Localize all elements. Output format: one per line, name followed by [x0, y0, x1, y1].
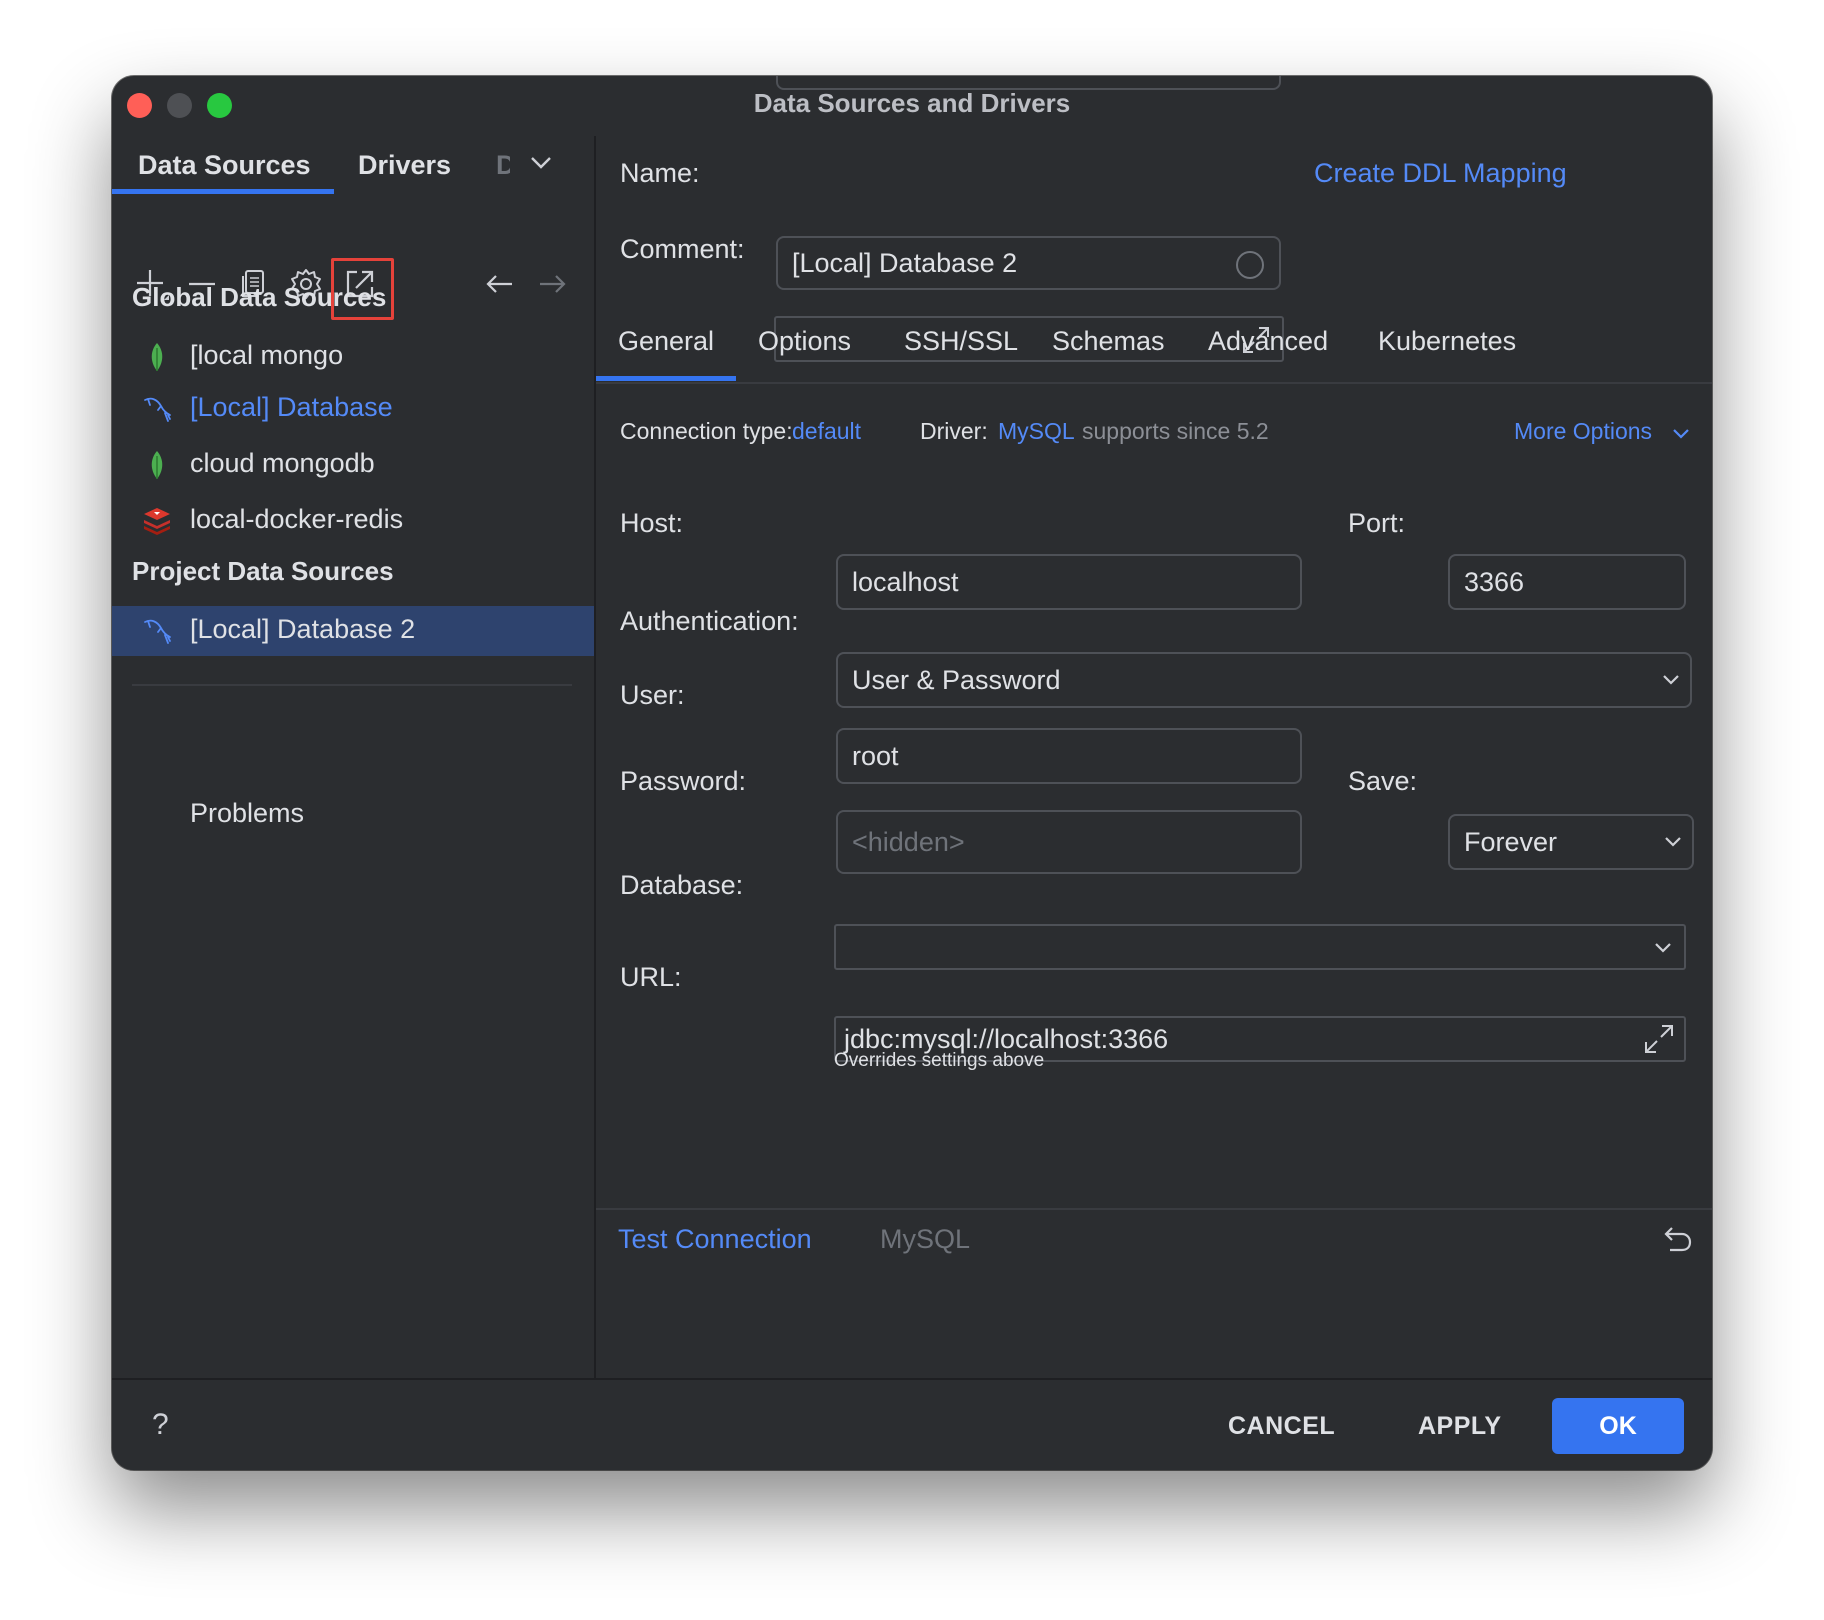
data-source-label: local-docker-redis: [190, 504, 404, 534]
global-data-sources-header: Global Data Sources: [132, 282, 387, 312]
tab-schemas[interactable]: Schemas: [1052, 326, 1165, 357]
ok-button[interactable]: OK: [1552, 1398, 1684, 1454]
user-input[interactable]: root: [836, 728, 1302, 784]
mysql-dolphin-icon: [142, 616, 172, 646]
tabs-dropdown-chevron-icon[interactable]: [530, 156, 552, 170]
tab-overflow[interactable]: D: [496, 150, 510, 181]
database-select[interactable]: [834, 924, 1686, 970]
data-source-label: [Local] Database: [190, 392, 393, 422]
more-options-link[interactable]: More Options: [1514, 418, 1652, 445]
url-hint: Overrides settings above: [834, 1050, 1045, 1071]
tab-ssh-ssl[interactable]: SSH/SSL: [904, 326, 1018, 357]
expand-icon[interactable]: [1642, 1022, 1676, 1056]
tab-general[interactable]: General: [618, 326, 714, 357]
mongodb-leaf-icon: [142, 342, 172, 372]
data-source-item-selected[interactable]: [Local] Database 2: [112, 606, 594, 656]
test-connection-link[interactable]: Test Connection: [618, 1224, 812, 1255]
url-label: URL:: [620, 962, 682, 992]
active-tab-indicator: [112, 189, 334, 194]
left-panel: Data Sources Drivers D Global Data Sourc…: [112, 136, 594, 1378]
connection-type-link[interactable]: default: [792, 418, 861, 445]
help-button[interactable]: ?: [152, 1408, 169, 1442]
data-source-item[interactable]: [Local] Database: [112, 384, 594, 434]
authentication-label: Authentication:: [620, 606, 799, 636]
database-label: Database:: [620, 870, 744, 900]
forward-arrow-icon[interactable]: [534, 266, 570, 302]
authentication-select[interactable]: User & Password: [836, 652, 1692, 708]
port-label: Port:: [1348, 508, 1406, 538]
redis-icon: [142, 506, 172, 536]
color-picker-circle-icon[interactable]: [1235, 250, 1265, 280]
more-options-chevron-icon[interactable]: [1672, 428, 1690, 440]
data-source-item[interactable]: cloud mongodb: [112, 440, 594, 490]
problems-item[interactable]: Problems: [190, 798, 304, 829]
tab-advanced[interactable]: Advanced: [1208, 326, 1328, 357]
apply-button[interactable]: APPLY: [1418, 1412, 1502, 1441]
user-input-value: root: [852, 740, 899, 771]
port-input[interactable]: 3366: [1448, 554, 1686, 610]
name-label: Name:: [620, 158, 700, 188]
tab-data-sources[interactable]: Data Sources: [138, 150, 311, 181]
tab-options[interactable]: Options: [758, 326, 851, 357]
data-sources-dialog: Data Sources and Drivers Data Sources Dr…: [112, 76, 1712, 1470]
authentication-select-value: User & Password: [852, 664, 1061, 695]
name-input-value: [Local] Database 2: [792, 247, 1018, 278]
settings-tabs: General Options SSH/SSL Schemas Advanced…: [596, 316, 1712, 384]
host-input[interactable]: localhost: [836, 554, 1302, 610]
save-label: Save:: [1348, 766, 1418, 796]
data-source-item[interactable]: [local mongo: [112, 332, 594, 382]
name-field-wrapper: [776, 76, 1281, 90]
save-select-value: Forever: [1464, 826, 1558, 857]
create-ddl-mapping-link[interactable]: Create DDL Mapping: [1314, 158, 1567, 189]
tab-kubernetes[interactable]: Kubernetes: [1378, 326, 1516, 357]
chevron-down-icon: [1654, 942, 1672, 954]
data-source-item[interactable]: local-docker-redis: [112, 496, 594, 546]
dialog-footer: ? CANCEL APPLY OK: [112, 1378, 1712, 1470]
host-label: Host:: [620, 508, 684, 538]
port-input-value: 3366: [1464, 566, 1525, 597]
save-select[interactable]: Forever: [1448, 814, 1694, 870]
comment-label: Comment:: [620, 234, 745, 264]
undo-icon[interactable]: [1662, 1224, 1694, 1256]
driver-label: Driver:: [920, 418, 988, 444]
driver-footer-label: MySQL: [880, 1224, 971, 1254]
panel-divider: [132, 684, 572, 686]
mongodb-leaf-icon: [142, 450, 172, 480]
cancel-button[interactable]: CANCEL: [1228, 1412, 1335, 1441]
data-source-label: [local mongo: [190, 340, 344, 370]
back-arrow-icon[interactable]: [482, 266, 518, 302]
connection-type-label: Connection type:: [620, 418, 793, 444]
name-input[interactable]: [Local] Database 2: [776, 236, 1281, 290]
data-source-label: cloud mongodb: [190, 448, 375, 478]
password-label: Password:: [620, 766, 747, 796]
chevron-down-icon: [1664, 836, 1682, 848]
right-panel: Name: [Local] Database 2 Create DDL Mapp…: [594, 76, 1712, 1378]
active-tab-indicator: [596, 376, 736, 381]
user-label: User:: [620, 680, 685, 710]
left-panel-tabs: Data Sources Drivers D: [112, 136, 594, 196]
connection-actions-bar: Test Connection MySQL: [596, 1208, 1712, 1280]
project-data-sources-header: Project Data Sources: [132, 556, 394, 586]
password-placeholder: <hidden>: [852, 826, 965, 857]
driver-version-note: supports since 5.2: [1082, 418, 1269, 444]
driver-link[interactable]: MySQL: [998, 418, 1075, 445]
chevron-down-icon: [1662, 674, 1680, 686]
data-source-label: [Local] Database 2: [190, 614, 416, 644]
window-title: Data Sources and Drivers: [753, 88, 1071, 118]
tab-drivers[interactable]: Drivers: [358, 150, 451, 181]
mysql-dolphin-icon: [142, 394, 172, 424]
password-input[interactable]: <hidden>: [836, 810, 1302, 874]
host-input-value: localhost: [852, 566, 959, 597]
